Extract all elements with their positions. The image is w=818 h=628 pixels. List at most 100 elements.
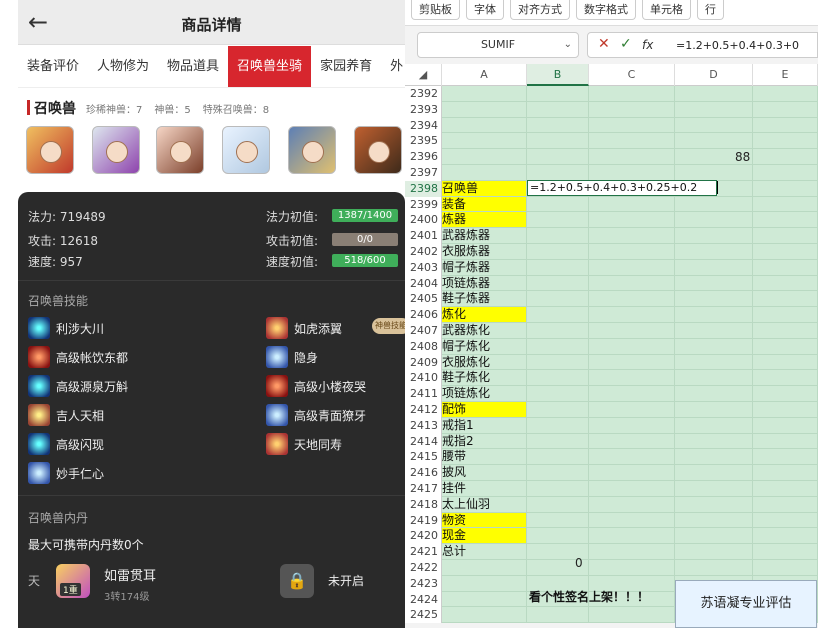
row-number[interactable]: 2420 [405, 528, 442, 545]
cell[interactable] [675, 465, 753, 481]
row-number[interactable]: 2414 [405, 433, 442, 450]
row-number[interactable]: 2399 [405, 196, 442, 213]
cell[interactable] [675, 544, 753, 560]
cell[interactable] [675, 528, 753, 545]
row-number[interactable]: 2423 [405, 575, 442, 592]
row-number[interactable]: 2396 [405, 149, 442, 165]
cell[interactable] [589, 528, 675, 545]
row-number[interactable]: 2413 [405, 417, 442, 434]
cell[interactable] [527, 291, 589, 308]
cell[interactable] [753, 228, 818, 244]
cell-b2421[interactable]: 0 [575, 556, 585, 570]
cell[interactable] [527, 133, 589, 150]
row-number[interactable]: 2409 [405, 354, 442, 371]
cell-a[interactable] [442, 575, 527, 592]
cell[interactable] [527, 496, 589, 513]
cell[interactable] [527, 465, 589, 481]
evaluation-label[interactable]: 苏语凝专业评估 [675, 580, 817, 628]
row-number[interactable]: 2392 [405, 86, 442, 102]
cell[interactable] [675, 275, 753, 292]
cell[interactable] [589, 212, 675, 229]
column-header-a[interactable]: A [442, 64, 527, 86]
cell[interactable] [753, 275, 818, 292]
cell[interactable] [675, 386, 753, 402]
cell[interactable] [675, 496, 753, 513]
cell-a[interactable] [442, 165, 527, 181]
row-number[interactable]: 2398 [405, 180, 442, 197]
cell[interactable] [753, 244, 818, 260]
cell[interactable] [753, 180, 818, 197]
cell[interactable] [753, 512, 818, 529]
cell[interactable] [589, 133, 675, 150]
row-number[interactable]: 2408 [405, 338, 442, 355]
cell-a[interactable] [442, 86, 527, 102]
confirm-icon[interactable]: ✓ [620, 36, 632, 52]
cell[interactable] [753, 323, 818, 339]
cell[interactable] [527, 449, 589, 466]
tab-more[interactable]: 外 [381, 46, 405, 87]
row-number[interactable]: 2406 [405, 307, 442, 323]
cell[interactable] [589, 101, 675, 118]
cell-a[interactable] [442, 591, 527, 608]
cell[interactable] [589, 117, 675, 134]
chevron-down-icon[interactable]: ⌄ [564, 33, 572, 57]
cell[interactable] [753, 212, 818, 229]
cell[interactable] [527, 86, 589, 102]
cell-b2423[interactable]: 看个性签名上架！！！ [529, 588, 649, 605]
row-number[interactable]: 2405 [405, 291, 442, 308]
pet-avatar[interactable] [26, 126, 74, 174]
cell[interactable] [753, 449, 818, 466]
cell[interactable] [753, 560, 818, 576]
cell[interactable] [527, 101, 589, 118]
cell-a[interactable]: 装备 [442, 196, 527, 213]
cell[interactable] [589, 386, 675, 402]
row-number[interactable]: 2393 [405, 101, 442, 118]
cell[interactable] [527, 307, 589, 323]
pet-avatar[interactable] [288, 126, 336, 174]
column-header-c[interactable]: C [589, 64, 675, 86]
cell[interactable] [527, 433, 589, 450]
cell[interactable] [753, 528, 818, 545]
tab-equipment[interactable]: 装备评价 [18, 46, 88, 87]
cell[interactable] [527, 338, 589, 355]
cell[interactable] [527, 196, 589, 213]
pet-avatar[interactable] [156, 126, 204, 174]
cell-a[interactable] [442, 133, 527, 150]
cell-a[interactable]: 戒指1 [442, 417, 527, 434]
cell[interactable] [675, 370, 753, 387]
row-number[interactable]: 2421 [405, 544, 442, 560]
cell[interactable] [589, 560, 675, 576]
cell[interactable] [527, 323, 589, 339]
cell-a[interactable]: 配饰 [442, 402, 527, 418]
cell[interactable] [753, 386, 818, 402]
formula-input[interactable]: ✕ ✓ fx =1.2+0.5+0.4+0.3+0 [587, 32, 818, 58]
cell[interactable] [753, 354, 818, 371]
cell[interactable] [527, 386, 589, 402]
cell[interactable] [753, 402, 818, 418]
cell[interactable] [527, 275, 589, 292]
row-number[interactable]: 2419 [405, 512, 442, 529]
cell[interactable] [589, 228, 675, 244]
name-box[interactable]: SUMIF ⌄ [417, 32, 579, 58]
cell[interactable] [589, 402, 675, 418]
cell[interactable] [527, 607, 589, 624]
formula-text[interactable]: =1.2+0.5+0.4+0.3+0 [676, 39, 799, 52]
row-number[interactable]: 2401 [405, 228, 442, 244]
cell[interactable] [589, 291, 675, 308]
cell[interactable] [675, 307, 753, 323]
cell[interactable] [589, 149, 675, 165]
select-all-corner[interactable]: ◢ [405, 64, 442, 86]
cell[interactable] [589, 481, 675, 497]
cell[interactable] [675, 259, 753, 276]
row-number[interactable]: 2424 [405, 591, 442, 608]
cell-a[interactable]: 鞋子炼器 [442, 291, 527, 308]
cell-a[interactable]: 炼器 [442, 212, 527, 229]
cell[interactable] [753, 101, 818, 118]
cell[interactable] [589, 496, 675, 513]
row-number[interactable]: 2402 [405, 244, 442, 260]
row-number[interactable]: 2411 [405, 386, 442, 402]
cell[interactable] [675, 354, 753, 371]
cell[interactable] [527, 117, 589, 134]
cell[interactable] [589, 244, 675, 260]
cell[interactable] [527, 417, 589, 434]
